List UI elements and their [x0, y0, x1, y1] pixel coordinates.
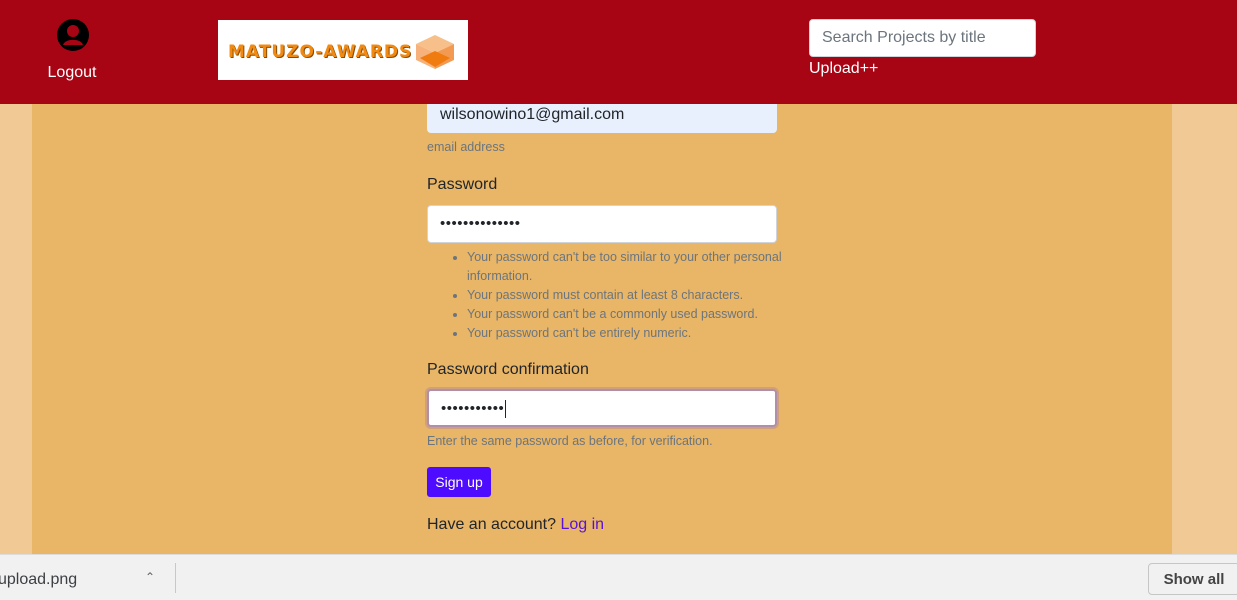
upload-link[interactable]: Upload++ — [809, 60, 878, 78]
show-all-button[interactable]: Show all — [1148, 563, 1237, 595]
text-caret — [505, 400, 507, 419]
password-confirmation-hint: Enter the same password as before, for v… — [427, 434, 713, 448]
download-divider — [175, 563, 176, 593]
logout-area[interactable]: Logout — [47, 18, 99, 82]
login-link[interactable]: Log in — [560, 516, 604, 533]
main-content: wilsonowino1@gmail.com email address Pas… — [32, 96, 1172, 554]
email-hint: email address — [427, 140, 505, 154]
logo-cube-icon — [416, 35, 454, 69]
password-confirmation-mask-wrap: ••••••••••• — [441, 400, 507, 419]
password-rule: Your password must contain at least 8 ch… — [467, 286, 787, 305]
password-confirmation-field[interactable]: ••••••••••• — [427, 389, 777, 427]
user-account-icon[interactable] — [56, 18, 90, 52]
have-account-text: Have an account? — [427, 516, 556, 533]
password-confirmation-label: Password confirmation — [427, 361, 589, 378]
password-rule: Your password can't be entirely numeric. — [467, 324, 787, 343]
site-logo[interactable]: MATUZO-AWARDS — [218, 20, 468, 80]
password-rules-list: Your password can't be too similar to yo… — [447, 248, 787, 343]
password-rule: Your password can't be too similar to yo… — [467, 248, 787, 286]
have-account-line: Have an account? Log in — [427, 516, 604, 534]
top-navbar: Logout MATUZO-AWARDS Upload++ — [0, 0, 1237, 104]
chevron-up-icon[interactable]: ⌃ — [145, 570, 155, 584]
password-rule: Your password can't be a commonly used p… — [467, 305, 787, 324]
password-field[interactable]: •••••••••••••• — [427, 205, 777, 243]
logo-text: MATUZO-AWARDS — [228, 42, 413, 62]
email-value: wilsonowino1@gmail.com — [440, 106, 625, 123]
download-shelf: upload.png ⌃ Show all — [0, 554, 1237, 600]
password-label: Password — [427, 176, 498, 193]
sign-up-button[interactable]: Sign up — [427, 467, 491, 497]
password-mask: •••••••••••••• — [440, 215, 521, 232]
search-input[interactable] — [809, 19, 1036, 57]
download-file-name[interactable]: upload.png — [0, 571, 77, 589]
password-confirmation-mask: ••••••••••• — [441, 400, 505, 417]
logout-link[interactable]: Logout — [45, 64, 99, 82]
